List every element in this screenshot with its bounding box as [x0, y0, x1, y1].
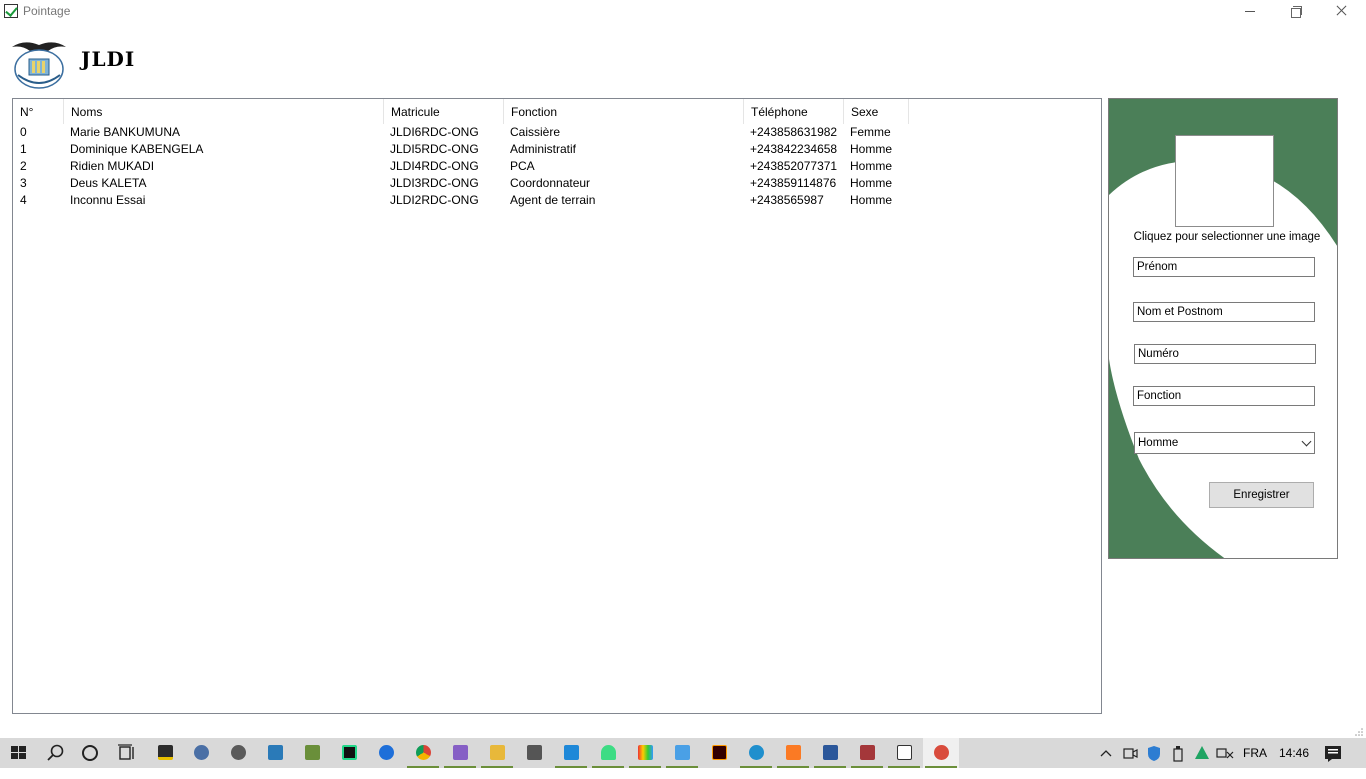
- cell-matricule: JLDI2RDC-ONG: [390, 193, 479, 207]
- pointage-app-icon[interactable]: [886, 738, 922, 768]
- table-row[interactable]: 4 Inconnu Essai JLDI2RDC-ONG Agent de te…: [13, 192, 1101, 209]
- chevron-down-icon[interactable]: [1301, 436, 1312, 447]
- cell-sexe: Homme: [850, 142, 893, 156]
- column-header-number[interactable]: N°: [13, 99, 64, 124]
- cell-noms: Ridien MUKADI: [70, 159, 155, 173]
- word-icon[interactable]: [812, 738, 848, 768]
- table-row[interactable]: 1 Dominique KABENGELA JLDI5RDC-ONG Admin…: [13, 141, 1101, 158]
- cell-number: 2: [20, 159, 27, 173]
- checkbox-app-icon: [4, 4, 18, 18]
- cell-number: 1: [20, 142, 27, 156]
- cell-fonction: Administratif: [510, 142, 577, 156]
- cell-sexe: Femme: [850, 125, 891, 139]
- column-header-sexe[interactable]: Sexe: [844, 99, 909, 124]
- usb-drive-icon[interactable]: [1168, 738, 1188, 768]
- column-header-matricule[interactable]: Matricule: [384, 99, 504, 124]
- nom-postnom-field[interactable]: Nom et Postnom: [1133, 302, 1315, 322]
- cell-fonction: Agent de terrain: [510, 193, 596, 207]
- save-button[interactable]: Enregistrer: [1209, 482, 1314, 508]
- prenom-field[interactable]: Prénom: [1133, 257, 1315, 277]
- registration-panel: Cliquez pour selectionner une image Prén…: [1108, 98, 1338, 559]
- table-row[interactable]: 3 Deus KALETA JLDI3RDC-ONG Coordonnateur…: [13, 175, 1101, 192]
- cell-telephone: +243852077371: [750, 159, 838, 173]
- sexe-selected-value: Homme: [1138, 437, 1179, 449]
- cell-matricule: JLDI4RDC-ONG: [390, 159, 479, 173]
- chevron-up-icon[interactable]: [1096, 738, 1116, 768]
- org-title: JLDI: [81, 47, 136, 71]
- cell-sexe: Homme: [850, 176, 893, 190]
- column-header-fonction[interactable]: Fonction: [504, 99, 744, 124]
- drive-sync-icon[interactable]: [1192, 738, 1212, 768]
- cell-matricule: JLDI3RDC-ONG: [390, 176, 479, 190]
- cell-sexe: Homme: [850, 159, 893, 173]
- language-indicator[interactable]: FRA: [1240, 738, 1270, 768]
- minimize-button[interactable]: [1226, 0, 1272, 24]
- fonction-field[interactable]: Fonction: [1133, 386, 1315, 406]
- cell-fonction: PCA: [510, 159, 535, 173]
- meet-now-icon[interactable]: [1120, 738, 1140, 768]
- task-view-icon[interactable]: [108, 738, 144, 768]
- notepad-icon[interactable]: [664, 738, 700, 768]
- edge-icon[interactable]: [738, 738, 774, 768]
- cell-fonction: Caissière: [510, 125, 561, 139]
- paint-icon[interactable]: [183, 738, 219, 768]
- list-header: N° Noms Matricule Fonction Téléphone Sex…: [13, 99, 1101, 124]
- cell-telephone: +243858631982: [750, 125, 838, 139]
- notifications-icon[interactable]: [1322, 738, 1344, 768]
- cell-noms: Deus KALETA: [70, 176, 147, 190]
- cell-telephone: +243859114876: [750, 176, 837, 190]
- vscode-icon[interactable]: [553, 738, 589, 768]
- column-header-telephone[interactable]: Téléphone: [744, 99, 844, 124]
- security-shield-icon[interactable]: [1144, 738, 1164, 768]
- cell-telephone: +2438565987: [750, 193, 824, 207]
- numero-field[interactable]: Numéro: [1134, 344, 1316, 364]
- sexe-select[interactable]: Homme: [1134, 432, 1315, 454]
- restore-button[interactable]: [1272, 0, 1318, 24]
- vlc-icon[interactable]: [627, 738, 663, 768]
- table-row[interactable]: 0 Marie BANKUMUNA JLDI6RDC-ONG Caissière…: [13, 124, 1101, 141]
- photos-icon[interactable]: [257, 738, 293, 768]
- employee-list[interactable]: N° Noms Matricule Fonction Téléphone Sex…: [12, 98, 1102, 714]
- search-icon[interactable]: [37, 738, 73, 768]
- paint-brush-icon[interactable]: [923, 738, 959, 768]
- cell-matricule: JLDI5RDC-ONG: [390, 142, 479, 156]
- cell-noms: Inconnu Essai: [70, 193, 146, 207]
- photo-caption[interactable]: Cliquez pour selectionner une image: [1109, 231, 1337, 243]
- column-header-noms[interactable]: Noms: [64, 99, 384, 124]
- cell-sexe: Homme: [850, 193, 893, 207]
- chrome-icon[interactable]: [405, 738, 441, 768]
- android-studio-icon[interactable]: [294, 738, 330, 768]
- cell-noms: Dominique KABENGELA: [70, 142, 204, 156]
- window-title: Pointage: [23, 4, 71, 18]
- bluetooth-icon[interactable]: [368, 738, 404, 768]
- pycharm-icon[interactable]: [331, 738, 367, 768]
- photo-picker[interactable]: [1175, 135, 1274, 227]
- cortana-icon[interactable]: [72, 738, 108, 768]
- resize-grip[interactable]: [1354, 727, 1364, 737]
- eagle-emblem-logo: [12, 42, 66, 89]
- cell-matricule: JLDI6RDC-ONG: [390, 125, 479, 139]
- sticky-notes-icon[interactable]: [147, 738, 183, 768]
- network-disconnected-icon[interactable]: [1214, 738, 1236, 768]
- access-icon[interactable]: [849, 738, 885, 768]
- cell-fonction: Coordonnateur: [510, 176, 591, 190]
- visual-studio-icon[interactable]: [442, 738, 478, 768]
- cell-number: 4: [20, 193, 27, 207]
- windows-start-icon[interactable]: [0, 738, 36, 768]
- close-button[interactable]: [1318, 0, 1364, 24]
- clock[interactable]: 14:46: [1276, 738, 1312, 768]
- illustrator-icon[interactable]: [701, 738, 737, 768]
- title-bar: Pointage: [0, 0, 1366, 24]
- calculator-icon[interactable]: [516, 738, 552, 768]
- cell-telephone: +243842234658: [750, 142, 838, 156]
- cell-noms: Marie BANKUMUNA: [70, 125, 181, 139]
- xampp-icon[interactable]: [775, 738, 811, 768]
- cell-number: 3: [20, 176, 27, 190]
- cell-number: 0: [20, 125, 27, 139]
- table-row[interactable]: 2 Ridien MUKADI JLDI4RDC-ONG PCA +243852…: [13, 158, 1101, 175]
- media-icon[interactable]: [220, 738, 256, 768]
- file-explorer-icon[interactable]: [479, 738, 515, 768]
- android-icon[interactable]: [590, 738, 626, 768]
- taskbar: FRA 14:46: [0, 738, 1366, 768]
